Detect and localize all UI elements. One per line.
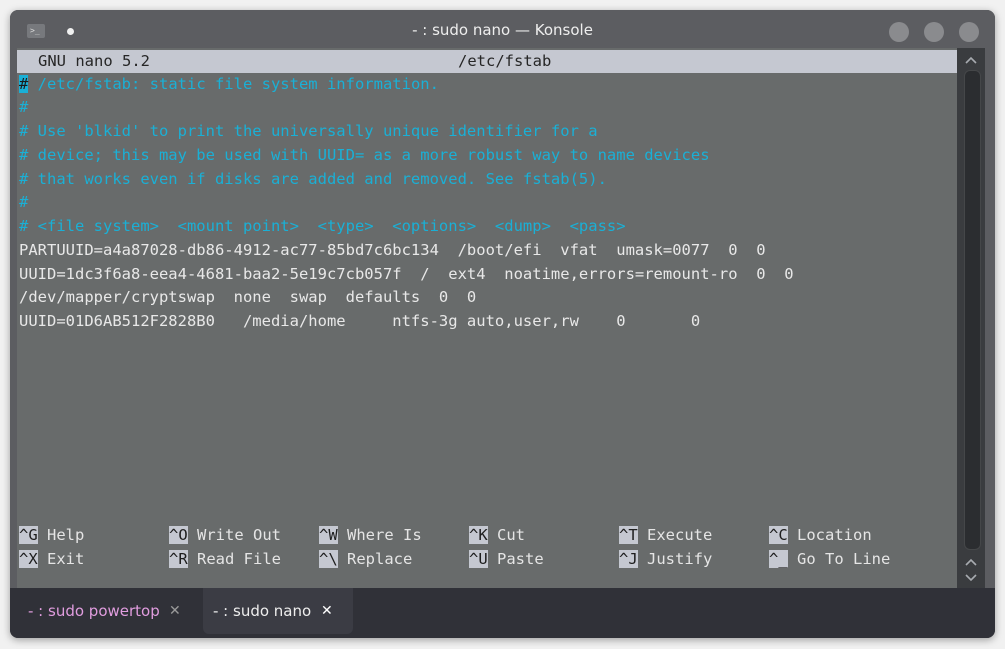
scroll-down-icon[interactable]	[957, 570, 985, 586]
nano-header: GNU nano 5.2 /etc/fstab	[17, 50, 957, 73]
editor-line: # <file system> <mount point> <type> <op…	[19, 217, 626, 235]
editor-line: # device; this may be used with UUID= as…	[19, 146, 710, 164]
scroll-up-icon[interactable]	[957, 554, 985, 570]
vertical-scrollbar[interactable]	[957, 48, 985, 588]
shortcut-go-to-line[interactable]: ^_ Go To Line	[769, 548, 890, 570]
editor-line: /dev/mapper/cryptswap none swap defaults…	[19, 288, 477, 306]
editor-line: # that works even if disks are added and…	[19, 170, 607, 188]
shortcut-help[interactable]: ^G Help	[19, 524, 84, 546]
editor-line: # /etc/fstab: static file system informa…	[19, 75, 439, 93]
shortcut-paste[interactable]: ^U Paste	[469, 548, 544, 570]
window-title: - : sudo nano — Konsole	[412, 21, 593, 39]
shortcut-cut[interactable]: ^K Cut	[469, 524, 525, 546]
maximize-button[interactable]	[924, 22, 944, 42]
close-button[interactable]	[959, 22, 979, 42]
shortcut-where-is[interactable]: ^W Where Is	[319, 524, 422, 546]
editor-line: PARTUUID=a4a87028-db86-4912-ac77-85bd7c6…	[19, 241, 766, 259]
tab-label: - : sudo powertop	[28, 602, 160, 620]
title-bar[interactable]: >_ - : sudo nano — Konsole	[10, 10, 995, 50]
konsole-window: >_ - : sudo nano — Konsole GNU nano 5.2 …	[10, 10, 995, 638]
nano-filename: /etc/fstab	[458, 52, 552, 70]
shortcut-replace[interactable]: ^\ Replace	[319, 548, 412, 570]
scroll-up-top-icon[interactable]	[957, 52, 985, 68]
shortcut-execute[interactable]: ^T Execute	[619, 524, 712, 546]
scroll-thumb[interactable]	[964, 70, 981, 550]
editor-line: # Use 'blkid' to print the universally u…	[19, 122, 598, 140]
shortcut-read-file[interactable]: ^R Read File	[169, 548, 281, 570]
editor-line: UUID=01D6AB512F2828B0 /media/home ntfs-3…	[19, 312, 701, 330]
shortcut-exit[interactable]: ^X Exit	[19, 548, 84, 570]
minimize-button[interactable]	[889, 22, 909, 42]
shortcut-location[interactable]: ^C Location	[769, 524, 872, 546]
editor-line: #	[19, 193, 29, 211]
shortcut-justify[interactable]: ^J Justify	[619, 548, 712, 570]
tab-label: - : sudo nano	[213, 602, 312, 620]
shortcut-write-out[interactable]: ^O Write Out	[169, 524, 281, 546]
nano-version: GNU nano 5.2	[38, 52, 150, 70]
editor-line: #	[19, 98, 29, 116]
tab-sudo-powertop[interactable]: - : sudo powertop ✕	[18, 588, 203, 634]
tab-sudo-nano[interactable]: - : sudo nano ✕	[203, 588, 353, 634]
text-cursor: #	[19, 75, 29, 93]
tab-bar: - : sudo powertop ✕ - : sudo nano ✕	[10, 588, 995, 638]
terminal-area[interactable]: GNU nano 5.2 /etc/fstab # /etc/fstab: st…	[17, 48, 957, 588]
editor-line: UUID=1dc3f6a8-eea4-4681-baa2-5e19c7cb057…	[19, 265, 794, 283]
close-tab-icon[interactable]: ✕	[321, 588, 333, 634]
close-tab-icon[interactable]: ✕	[169, 588, 181, 634]
